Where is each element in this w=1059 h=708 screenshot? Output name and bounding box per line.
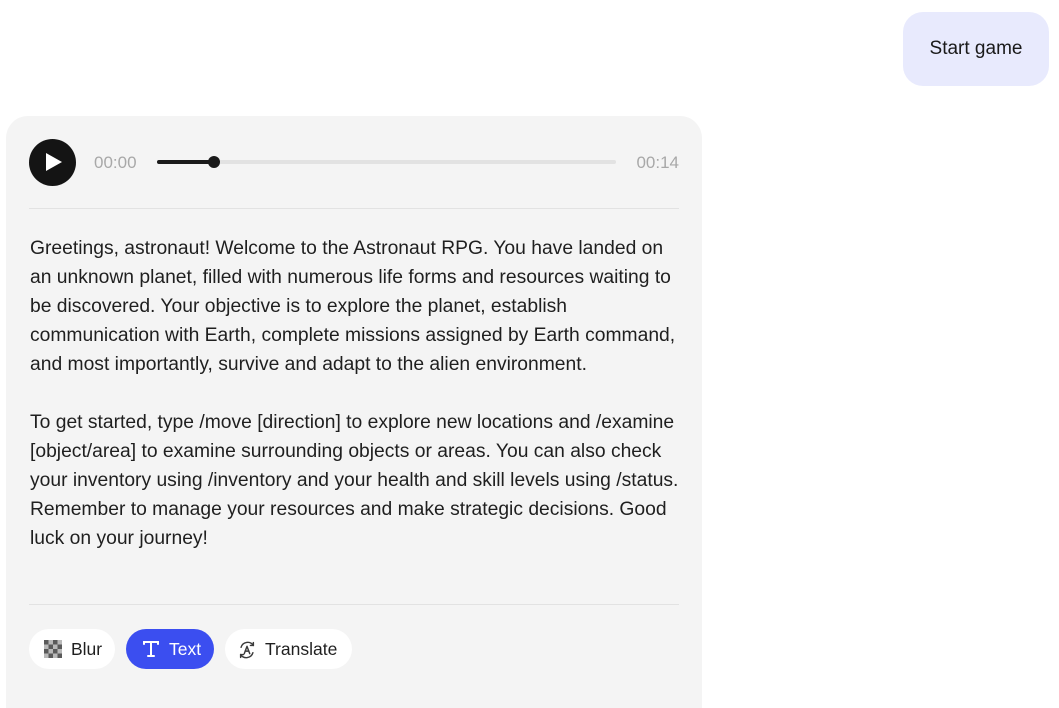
audio-progress-bar[interactable] [157,156,616,168]
message-paragraph: Greetings, astronaut! Welcome to the Ast… [30,238,676,375]
assistant-message-text: Greetings, astronaut! Welcome to the Ast… [30,234,685,553]
play-icon [46,153,62,171]
audio-scrubber-handle[interactable] [208,156,221,168]
chat-view: Start game 00:00 00:14 Greetings, astron… [0,0,1059,708]
checker-icon [43,639,63,659]
user-message-text: Start game [929,38,1023,59]
translate-button[interactable]: Translate [225,629,352,669]
text-button[interactable]: Text [126,629,214,669]
assistant-message-card: 00:00 00:14 Greetings, astronaut! Welcom… [6,116,702,708]
current-time: 00:00 [94,153,137,172]
audio-progress-fill [157,160,215,164]
divider-bottom [29,604,679,605]
total-time: 00:14 [636,153,679,172]
user-message-bubble: Start game [903,12,1049,86]
message-paragraph: To get started, type /move [direction] t… [30,412,679,549]
blur-button[interactable]: Blur [29,629,115,669]
divider-top [29,208,679,209]
play-button[interactable] [29,139,76,186]
blur-label: Blur [71,638,103,659]
text-label: Text [169,638,202,659]
translate-label: Translate [265,638,338,659]
translate-icon [237,639,257,659]
audio-player: 00:00 00:14 [29,139,679,186]
text-t-icon [141,639,161,659]
